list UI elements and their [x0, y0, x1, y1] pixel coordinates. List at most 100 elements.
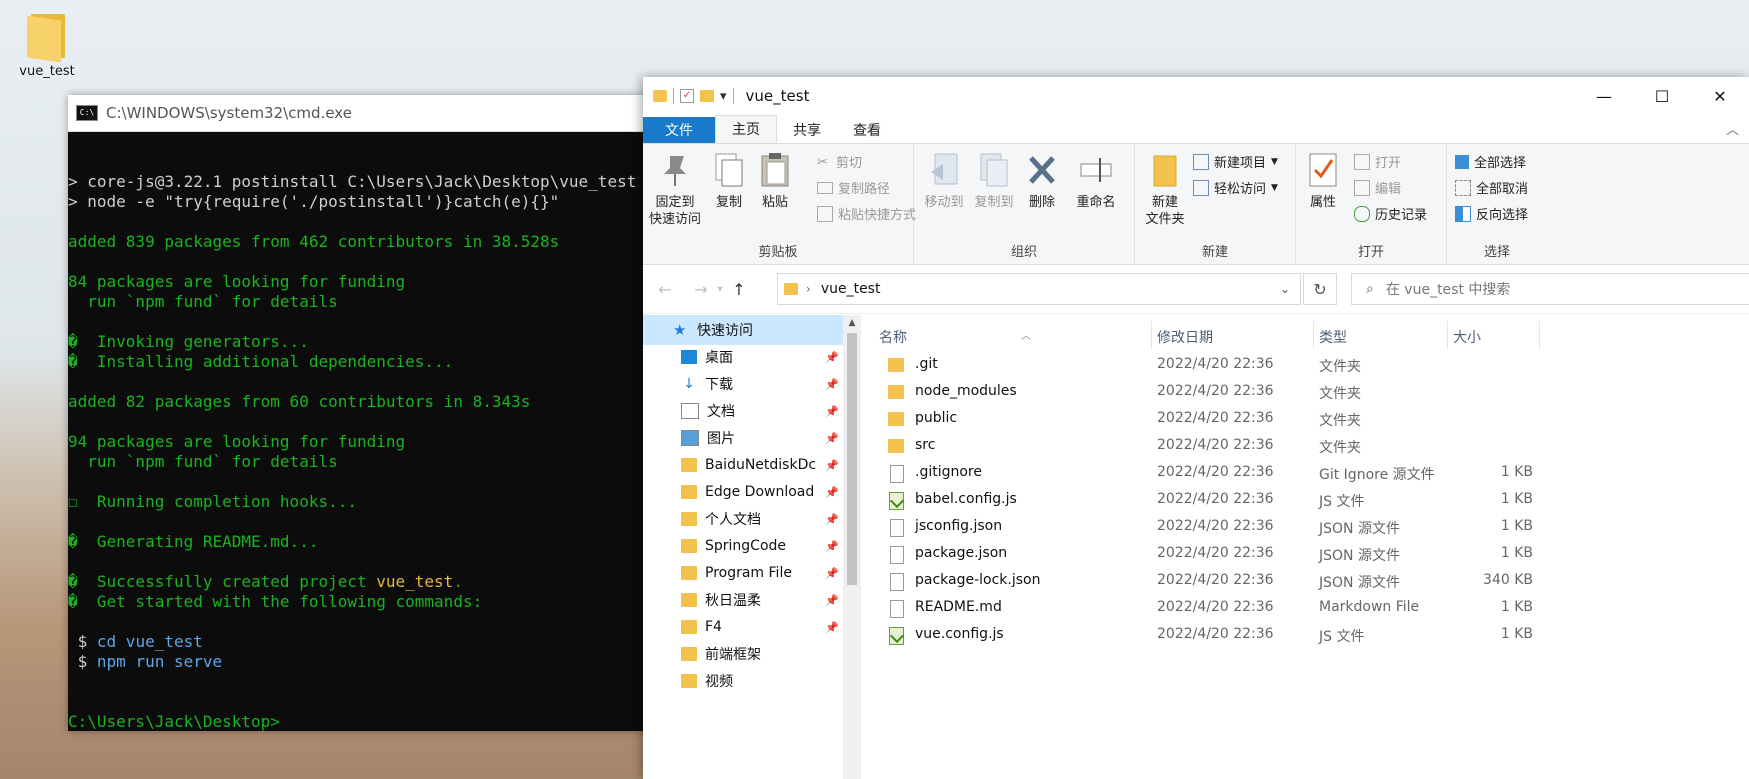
navigation-pane-scrollbar[interactable]: ▲	[843, 315, 861, 779]
scroll-up-icon[interactable]: ▲	[843, 315, 861, 331]
copy-to-button[interactable]: 复制到	[964, 148, 1024, 211]
tab-view[interactable]: 查看	[837, 117, 897, 143]
file-type: JSON 源文件	[1319, 521, 1400, 537]
nav-item[interactable]: Edge Download 📌	[643, 477, 843, 507]
file-row[interactable]: src 2022/4/20 22:36 文件夹	[863, 433, 1749, 460]
pin-icon[interactable]: 📌	[825, 405, 839, 418]
tab-file[interactable]: 文件	[643, 117, 715, 143]
nav-item-label: 桌面	[705, 350, 733, 366]
desktop-folder-vue-test[interactable]: vue_test	[14, 8, 80, 79]
address-bar[interactable]: › vue_test ⌄	[777, 273, 1301, 305]
pin-icon[interactable]: 📌	[825, 513, 839, 526]
nav-item[interactable]: 桌面 📌	[643, 342, 843, 372]
easy-access-button[interactable]: 轻松访问 ▼	[1193, 178, 1278, 197]
cmd-window[interactable]: C:\ C:\WINDOWS\system32\cmd.exe > core-j…	[68, 95, 668, 731]
file-size: 340 KB	[1483, 572, 1533, 588]
pin-icon[interactable]: 📌	[825, 567, 839, 580]
tab-home[interactable]: 主页	[715, 115, 777, 143]
properties-qa-icon[interactable]: ✓	[680, 89, 694, 103]
nav-item[interactable]: 文档 📌	[643, 396, 843, 426]
scissors-icon: ✂	[817, 154, 828, 170]
file-row[interactable]: .gitignore 2022/4/20 22:36 Git Ignore 源文件 1…	[863, 460, 1749, 487]
ribbon: 固定到 快速访问 复制 粘贴 ✂剪切 复制路径 粘贴快捷方式 剪贴板 移动到	[643, 143, 1749, 265]
file-explorer-window[interactable]: ✓ ▾ vue_test — ☐ ✕ 文件 主页 共享 查看 ︿ 固定到 快速访…	[643, 77, 1749, 779]
invert-selection-button[interactable]: 反向选择	[1455, 204, 1528, 223]
file-name: .gitignore	[915, 464, 982, 480]
column-name[interactable]: 名称	[879, 327, 907, 347]
nav-item[interactable]: ↓ 下载 📌	[643, 369, 843, 399]
open-button[interactable]: 打开	[1354, 152, 1401, 171]
file-row[interactable]: .git 2022/4/20 22:36 文件夹	[863, 352, 1749, 379]
new-folder-button[interactable]: 新建 文件夹	[1135, 148, 1195, 228]
recent-locations-chevron-icon[interactable]: ▾	[713, 284, 727, 295]
customize-qa-dropdown-icon[interactable]: ▾	[720, 89, 727, 104]
file-row[interactable]: vue.config.js 2022/4/20 22:36 JS 文件 1 KB	[863, 622, 1749, 649]
select-all-button[interactable]: 全部选择	[1455, 152, 1526, 171]
nav-item[interactable]: BaiduNetdiskDc 📌	[643, 450, 843, 480]
paste-button[interactable]: 粘贴	[745, 148, 805, 211]
file-row[interactable]: package.json 2022/4/20 22:36 JSON 源文件 1 KB	[863, 541, 1749, 568]
rename-button[interactable]: 重命名	[1066, 148, 1126, 211]
file-row[interactable]: jsconfig.json 2022/4/20 22:36 JSON 源文件 1 KB	[863, 514, 1749, 541]
nav-item[interactable]: 视频	[643, 666, 843, 696]
cut-button[interactable]: ✂ 剪切	[817, 152, 862, 172]
file-row[interactable]: README.md 2022/4/20 22:36 Markdown File 1 K…	[863, 595, 1749, 622]
navigation-pane[interactable]: ★ 快速访问 桌面 📌 ↓ 下载 📌 文档 📌 图片 📌 BaiduNetdiskDc 📌 Edge Do…	[643, 315, 844, 779]
nav-item[interactable]: SpringCode 📌	[643, 531, 843, 561]
new-folder-qa-icon[interactable]	[700, 90, 714, 102]
pin-icon[interactable]: 📌	[825, 432, 839, 445]
file-date: 2022/4/20 22:36	[1157, 599, 1274, 615]
file-name: vue.config.js	[915, 626, 1004, 642]
file-row[interactable]: babel.config.js 2022/4/20 22:36 JS 文件 1 KB	[863, 487, 1749, 514]
collapse-ribbon-icon[interactable]: ︿	[1726, 119, 1739, 138]
paste-shortcut-button[interactable]: 粘贴快捷方式	[817, 204, 916, 223]
cmd-console-output[interactable]: > core-js@3.22.1 postinstall C:\Users\Ja…	[68, 132, 668, 732]
pin-quick-access-button[interactable]: 固定到 快速访问	[645, 148, 705, 228]
back-arrow-icon[interactable]: ←	[653, 280, 677, 299]
chevron-right-icon[interactable]: ›	[806, 282, 811, 296]
pin-icon[interactable]: 📌	[825, 459, 839, 472]
up-arrow-icon[interactable]: ↑	[727, 280, 751, 299]
file-row[interactable]: node_modules 2022/4/20 22:36 文件夹	[863, 379, 1749, 406]
column-type[interactable]: 类型	[1319, 327, 1347, 347]
nav-item[interactable]: ★ 快速访问	[643, 315, 843, 345]
paste-shortcut-icon	[817, 205, 833, 222]
search-input[interactable]: ⌕ 在 vue_test 中搜索	[1351, 273, 1749, 305]
file-row[interactable]: package-lock.json 2022/4/20 22:36 JSON 源文件…	[863, 568, 1749, 595]
pin-icon[interactable]: 📌	[825, 540, 839, 553]
pin-icon[interactable]: 📌	[825, 378, 839, 391]
edit-button[interactable]: 编辑	[1354, 178, 1401, 197]
nav-item[interactable]: 前端框架	[643, 639, 843, 669]
nav-item[interactable]: Program File 📌	[643, 558, 843, 588]
quick-access-toolbar: ✓ ▾ vue_test	[643, 87, 809, 105]
column-date[interactable]: 修改日期	[1157, 327, 1213, 347]
nav-item[interactable]: 图片 📌	[643, 423, 843, 453]
pin-icon[interactable]: 📌	[825, 486, 839, 499]
pin-icon[interactable]: 📌	[825, 621, 839, 634]
copy-path-button[interactable]: 复制路径	[817, 178, 890, 197]
scrollbar-thumb[interactable]	[847, 333, 857, 585]
pin-icon[interactable]: 📌	[825, 594, 839, 607]
column-size[interactable]: 大小	[1453, 327, 1481, 347]
nav-item[interactable]: F4 📌	[643, 612, 843, 642]
pin-icon[interactable]: 📌	[825, 351, 839, 364]
copy-to-icon	[977, 152, 1011, 188]
refresh-button[interactable]: ↻	[1303, 273, 1337, 305]
tab-share[interactable]: 共享	[777, 117, 837, 143]
cmd-title-bar[interactable]: C:\ C:\WINDOWS\system32\cmd.exe	[68, 95, 668, 132]
address-dropdown-icon[interactable]: ⌄	[1280, 282, 1290, 296]
nav-item[interactable]: 秋日温柔 📌	[643, 585, 843, 615]
new-item-button[interactable]: 新建项目 ▼	[1193, 152, 1278, 171]
delete-button[interactable]: 删除	[1020, 148, 1064, 211]
explorer-title-bar[interactable]: ✓ ▾ vue_test — ☐ ✕	[643, 77, 1749, 115]
maximize-button[interactable]: ☐	[1633, 77, 1691, 115]
properties-button[interactable]: 属性	[1296, 148, 1350, 211]
select-none-button[interactable]: 全部取消	[1455, 178, 1528, 197]
close-button[interactable]: ✕	[1691, 77, 1749, 115]
forward-arrow-icon[interactable]: →	[689, 280, 713, 299]
watermark: @稀土掘金技术社区	[1594, 753, 1739, 772]
minimize-button[interactable]: —	[1575, 77, 1633, 115]
file-row[interactable]: public 2022/4/20 22:36 文件夹	[863, 406, 1749, 433]
nav-item[interactable]: 个人文档 📌	[643, 504, 843, 534]
history-button[interactable]: 历史记录	[1354, 204, 1427, 223]
